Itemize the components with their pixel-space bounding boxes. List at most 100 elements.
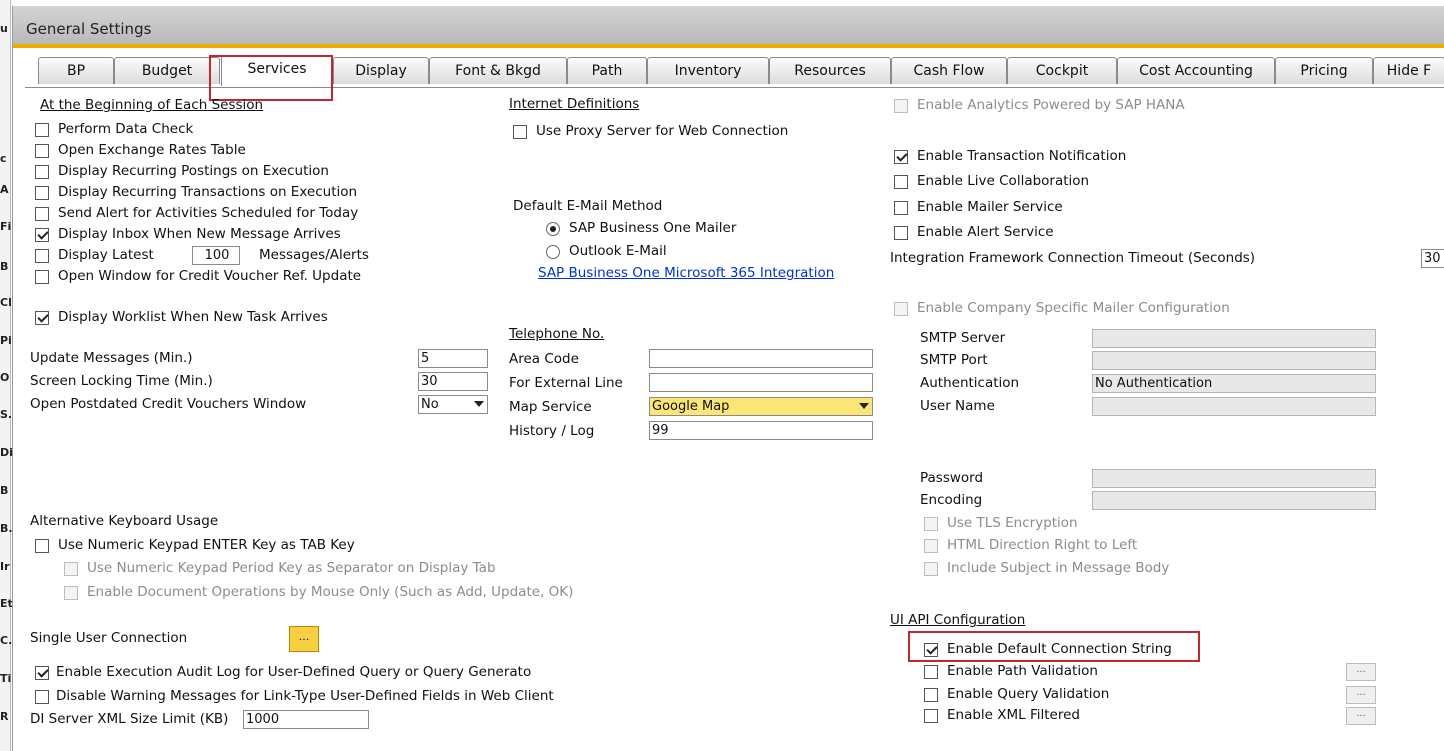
dropdown-arrow-icon: [859, 403, 869, 409]
area-code-label: Area Code: [509, 351, 579, 367]
xml-filtered-label: Enable XML Filtered: [947, 707, 1080, 723]
perform-data-check-label: Perform Data Check: [58, 121, 194, 137]
sap-mailer-radio[interactable]: [546, 222, 560, 236]
integration-timeout-input[interactable]: 30: [1421, 249, 1444, 268]
tab-budget[interactable]: Budget: [114, 57, 220, 84]
alert-service-checkbox[interactable]: [894, 226, 908, 240]
ui-api-heading: UI API Configuration: [890, 612, 1026, 628]
display-worklist-checkbox[interactable]: [35, 311, 49, 325]
tab-display[interactable]: Display: [333, 57, 429, 84]
map-service-select[interactable]: Google Map: [649, 397, 873, 416]
mouse-only-label: Enable Document Operations by Mouse Only…: [87, 584, 574, 600]
display-recurring-postings-label: Display Recurring Postings on Execution: [58, 163, 329, 179]
display-inbox-checkbox[interactable]: [35, 228, 49, 242]
display-latest-checkbox[interactable]: [35, 249, 49, 263]
tab-pricing[interactable]: Pricing: [1275, 57, 1373, 84]
strip-char: Di: [0, 446, 13, 459]
numeric-period-checkbox[interactable]: [64, 562, 78, 576]
send-alert-checkbox[interactable]: [35, 207, 49, 221]
use-proxy-checkbox[interactable]: [513, 125, 527, 139]
query-validation-button[interactable]: ...: [1346, 686, 1376, 704]
mailer-service-checkbox[interactable]: [894, 201, 908, 215]
tab-bp[interactable]: BP: [38, 57, 114, 84]
use-tls-checkbox[interactable]: [924, 517, 938, 531]
keyboard-heading: Alternative Keyboard Usage: [30, 513, 219, 529]
user-name-input[interactable]: [1092, 397, 1376, 416]
encoding-input[interactable]: [1092, 491, 1376, 510]
default-connection-checkbox[interactable]: [924, 643, 938, 657]
perform-data-check-checkbox[interactable]: [35, 123, 49, 137]
authentication-label: Authentication: [920, 375, 1020, 391]
single-user-button[interactable]: ...: [289, 626, 319, 652]
execution-audit-checkbox[interactable]: [35, 666, 49, 680]
di-server-label: DI Server XML Size Limit (KB): [30, 711, 229, 727]
open-exchange-rates-label: Open Exchange Rates Table: [58, 142, 246, 158]
company-mailer-checkbox[interactable]: [894, 302, 908, 316]
services-tab-highlight: [209, 55, 333, 101]
internet-heading: Internet Definitions: [509, 96, 640, 112]
tab-hide-f[interactable]: Hide F: [1373, 57, 1444, 84]
tab-resources[interactable]: Resources: [769, 57, 891, 84]
transaction-notification-label: Enable Transaction Notification: [917, 148, 1127, 164]
open-postdated-label: Open Postdated Credit Vouchers Window: [30, 396, 307, 412]
transaction-notification-checkbox[interactable]: [894, 150, 908, 164]
tab-font-bkgd[interactable]: Font & Bkgd: [429, 57, 567, 84]
tab-cash-flow[interactable]: Cash Flow: [891, 57, 1007, 84]
map-service-value: Google Map: [652, 399, 730, 414]
mailer-service-label: Enable Mailer Service: [917, 199, 1063, 215]
ms365-integration-link[interactable]: SAP Business One Microsoft 365 Integrati…: [538, 265, 834, 281]
numeric-enter-checkbox[interactable]: [35, 539, 49, 553]
smtp-port-input[interactable]: [1092, 351, 1376, 370]
display-recurring-postings-checkbox[interactable]: [35, 165, 49, 179]
tab-cockpit[interactable]: Cockpit: [1007, 57, 1117, 84]
integration-timeout-label: Integration Framework Connection Timeout…: [890, 250, 1256, 266]
default-connection-label: Enable Default Connection String: [947, 641, 1172, 657]
password-label: Password: [920, 470, 984, 486]
history-log-input[interactable]: 99: [649, 421, 873, 440]
external-line-input[interactable]: [649, 373, 873, 392]
strip-char: Et: [0, 597, 13, 610]
include-subject-checkbox[interactable]: [924, 562, 938, 576]
area-code-input[interactable]: [649, 349, 873, 368]
password-input[interactable]: [1092, 469, 1376, 488]
strip-char: Cl: [0, 296, 12, 309]
strip-char: S.: [0, 408, 13, 421]
authentication-select[interactable]: No Authentication: [1092, 374, 1376, 393]
html-direction-checkbox[interactable]: [924, 539, 938, 553]
open-window-credit-checkbox[interactable]: [35, 270, 49, 284]
live-collaboration-checkbox[interactable]: [894, 175, 908, 189]
screen-locking-input[interactable]: 30: [418, 372, 488, 391]
query-validation-label: Enable Query Validation: [947, 686, 1110, 702]
tab-inventory[interactable]: Inventory: [647, 57, 769, 84]
dropdown-arrow-icon: [474, 401, 484, 407]
update-messages-label: Update Messages (Min.): [30, 350, 193, 366]
outlook-radio[interactable]: [546, 245, 560, 259]
strip-char: B.: [0, 522, 13, 535]
sap-mailer-label: SAP Business One Mailer: [569, 220, 737, 236]
use-tls-label: Use TLS Encryption: [947, 515, 1078, 531]
di-server-input[interactable]: 1000: [243, 710, 369, 729]
strip-char: Pi: [0, 334, 12, 347]
xml-filtered-checkbox[interactable]: [924, 709, 938, 723]
strip-char: Ti: [0, 672, 12, 685]
update-messages-input[interactable]: 5: [418, 349, 488, 368]
open-postdated-select[interactable]: No: [418, 395, 488, 414]
strip-char: c: [0, 152, 7, 165]
query-validation-checkbox[interactable]: [924, 688, 938, 702]
numeric-period-label: Use Numeric Keypad Period Key as Separat…: [87, 560, 496, 576]
disable-warning-checkbox[interactable]: [35, 690, 49, 704]
open-exchange-rates-checkbox[interactable]: [35, 144, 49, 158]
mouse-only-checkbox[interactable]: [64, 586, 78, 600]
user-name-label: User Name: [920, 398, 995, 414]
display-latest-input[interactable]: 100: [192, 246, 240, 265]
tab-path[interactable]: Path: [567, 57, 647, 84]
tab-cost-accounting[interactable]: Cost Accounting: [1117, 57, 1275, 84]
numeric-enter-label: Use Numeric Keypad ENTER Key as TAB Key: [58, 537, 355, 553]
xml-filtered-button[interactable]: ...: [1346, 707, 1376, 725]
analytics-hana-checkbox[interactable]: [894, 99, 908, 113]
smtp-server-input[interactable]: [1092, 329, 1376, 348]
path-validation-button[interactable]: ...: [1346, 663, 1376, 681]
display-recurring-transactions-checkbox[interactable]: [35, 186, 49, 200]
path-validation-checkbox[interactable]: [924, 665, 938, 679]
title-bar[interactable]: General Settings: [13, 6, 1444, 48]
